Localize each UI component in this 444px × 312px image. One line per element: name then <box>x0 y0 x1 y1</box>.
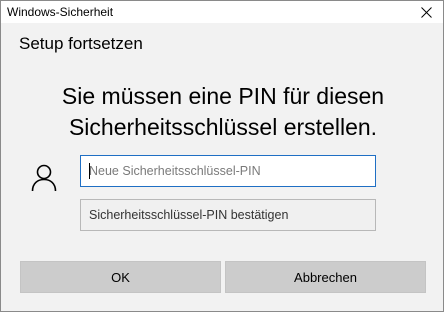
text-caret <box>89 163 90 179</box>
title-bar: Windows-Sicherheit <box>1 1 443 23</box>
dialog-header: Setup fortsetzen <box>19 34 143 53</box>
cancel-button[interactable]: Abbrechen <box>225 261 426 293</box>
new-pin-input[interactable] <box>80 155 376 187</box>
window-title: Windows-Sicherheit <box>7 5 114 19</box>
close-icon[interactable] <box>420 6 432 18</box>
close-button[interactable] <box>409 1 443 23</box>
user-icon <box>31 164 57 192</box>
security-dialog: Windows-Sicherheit Setup fortsetzen Sie … <box>0 0 444 312</box>
dialog-message: Sie müssen eine PIN für diesen Sicherhei… <box>21 81 425 143</box>
confirm-pin-input[interactable] <box>80 199 376 231</box>
message-line-1: Sie müssen eine PIN für diesen <box>61 83 385 109</box>
message-line-2: Sicherheitsschlüssel erstellen. <box>68 114 378 140</box>
ok-button[interactable]: OK <box>20 261 221 293</box>
